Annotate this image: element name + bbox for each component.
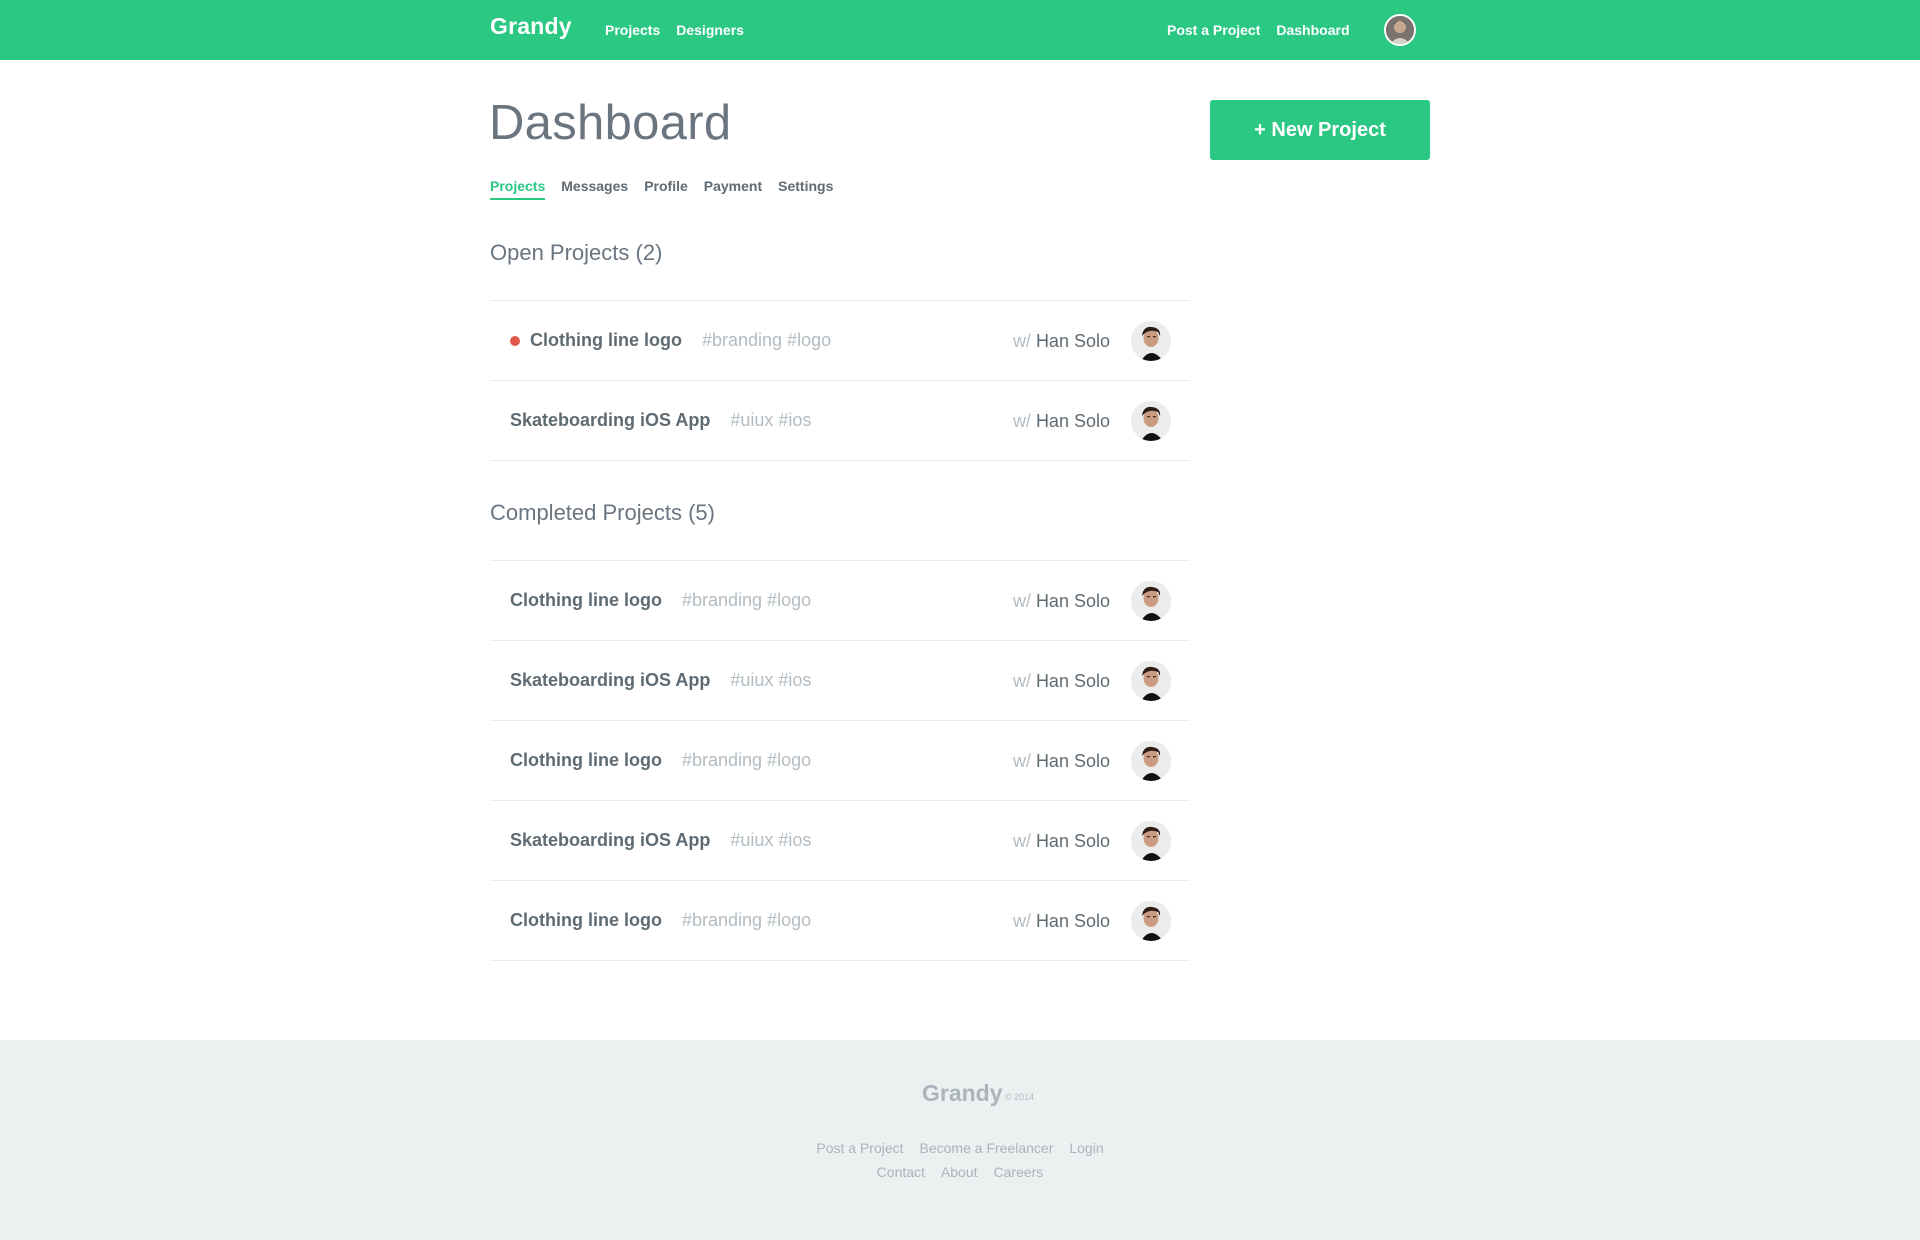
footer-link-about[interactable]: About: [941, 1164, 978, 1180]
footer: Grandy © 2014 Post a Project Become a Fr…: [0, 1040, 1920, 1240]
collaborator-name: Han Solo: [1035, 910, 1110, 931]
dashboard-tabs: Projects Messages Profile Payment Settin…: [490, 178, 833, 200]
project-row[interactable]: Clothing line logo #branding #logo w/Han S…: [490, 881, 1190, 961]
nav-link-dashboard[interactable]: Dashboard: [1276, 22, 1349, 38]
project-row[interactable]: Clothing line logo #branding #logo w/Han S…: [490, 301, 1190, 381]
primary-nav: Projects Designers: [605, 22, 744, 38]
footer-links-row-1: Post a Project Become a Freelancer Login: [0, 1140, 1920, 1156]
footer-link-post-project[interactable]: Post a Project: [816, 1140, 903, 1156]
user-avatar-icon[interactable]: [1384, 14, 1416, 46]
collaborator-prefix: w/: [1012, 590, 1031, 611]
footer-link-become-freelancer[interactable]: Become a Freelancer: [920, 1140, 1054, 1156]
collaborator-photo: [1131, 401, 1171, 441]
project-name[interactable]: Clothing line logo: [510, 910, 662, 931]
nav-link-post-project[interactable]: Post a Project: [1167, 22, 1260, 38]
collaborator-prefix: w/: [1012, 670, 1031, 691]
collaborator-avatar-icon[interactable]: [1131, 581, 1171, 621]
collaborator-avatar-icon[interactable]: [1131, 741, 1171, 781]
project-tags: #uiux #ios: [730, 830, 812, 850]
collaborator-photo: [1131, 741, 1171, 781]
collaborator: w/Han Solo: [1013, 721, 1110, 801]
project-tags: #branding #logo: [681, 910, 812, 930]
project-row[interactable]: Skateboarding iOS App #uiux #ios w/Han Sol…: [490, 381, 1190, 461]
footer-link-careers[interactable]: Careers: [994, 1164, 1044, 1180]
project-tags: #branding #logo: [681, 590, 812, 610]
collaborator-photo: [1131, 321, 1171, 361]
secondary-nav: Post a Project Dashboard: [1167, 22, 1350, 38]
collaborator-avatar-icon[interactable]: [1131, 901, 1171, 941]
footer-link-contact[interactable]: Contact: [877, 1164, 925, 1180]
user-photo: [1386, 16, 1414, 44]
collaborator-name: Han Solo: [1035, 590, 1110, 611]
completed-projects-heading: Completed Projects (5): [490, 500, 715, 525]
footer-links-row-2: Contact About Careers: [0, 1164, 1920, 1180]
collaborator-photo: [1131, 661, 1171, 701]
project-name[interactable]: Clothing line logo: [510, 750, 662, 771]
collaborator-avatar-icon[interactable]: [1131, 401, 1171, 441]
collaborator-photo: [1131, 901, 1171, 941]
project-tags: #uiux #ios: [730, 410, 812, 430]
project-row[interactable]: Skateboarding iOS App #uiux #ios w/Han Sol…: [490, 801, 1190, 881]
open-projects-heading: Open Projects (2): [490, 240, 663, 265]
project-name[interactable]: Skateboarding iOS App: [510, 410, 710, 431]
tab-profile[interactable]: Profile: [644, 178, 688, 200]
collaborator-name: Han Solo: [1035, 750, 1110, 771]
top-navbar: Grandy Projects Designers Post a Project…: [0, 0, 1920, 60]
tab-payment[interactable]: Payment: [704, 178, 762, 200]
collaborator-prefix: w/: [1012, 910, 1031, 931]
project-name[interactable]: Skateboarding iOS App: [510, 830, 710, 851]
tab-projects[interactable]: Projects: [490, 178, 546, 200]
collaborator: w/Han Solo: [1013, 561, 1110, 641]
collaborator-photo: [1131, 821, 1171, 861]
collaborator-photo: [1131, 581, 1171, 621]
new-project-button[interactable]: + New Project: [1210, 100, 1430, 160]
project-name[interactable]: Clothing line logo: [530, 330, 682, 351]
nav-link-projects[interactable]: Projects: [605, 22, 660, 38]
page-title: Dashboard: [489, 96, 732, 150]
project-row[interactable]: Clothing line logo #branding #logo w/Han S…: [490, 721, 1190, 801]
collaborator: w/Han Solo: [1013, 381, 1110, 461]
collaborator-name: Han Solo: [1035, 830, 1110, 851]
project-row[interactable]: Skateboarding iOS App #uiux #ios w/Han Sol…: [490, 641, 1190, 721]
collaborator-name: Han Solo: [1035, 670, 1110, 691]
collaborator-prefix: w/: [1012, 330, 1031, 351]
collaborator: w/Han Solo: [1013, 641, 1110, 721]
collaborator-name: Han Solo: [1035, 410, 1110, 431]
project-name[interactable]: Skateboarding iOS App: [510, 670, 710, 691]
collaborator-prefix: w/: [1012, 830, 1031, 851]
collaborator-prefix: w/: [1012, 750, 1031, 771]
collaborator-avatar-icon[interactable]: [1131, 661, 1171, 701]
collaborator: w/Han Solo: [1013, 881, 1110, 961]
footer-brand-logo[interactable]: Grandy: [922, 1080, 1003, 1107]
unread-dot-icon: [510, 335, 520, 346]
project-tags: #branding #logo: [681, 750, 812, 770]
collaborator-prefix: w/: [1012, 410, 1031, 431]
footer-link-login[interactable]: Login: [1069, 1140, 1103, 1156]
project-tags: #uiux #ios: [730, 670, 812, 690]
completed-projects-list: Clothing line logo #branding #logo w/Han S…: [490, 560, 1190, 961]
project-tags: #branding #logo: [701, 330, 832, 350]
collaborator-name: Han Solo: [1035, 330, 1110, 351]
project-row[interactable]: Clothing line logo #branding #logo w/Han S…: [490, 561, 1190, 641]
nav-link-designers[interactable]: Designers: [676, 22, 744, 38]
collaborator: w/Han Solo: [1013, 801, 1110, 881]
open-projects-list: Clothing line logo #branding #logo w/Han S…: [490, 300, 1190, 461]
tab-settings[interactable]: Settings: [778, 178, 833, 200]
collaborator: w/Han Solo: [1013, 301, 1110, 381]
project-name[interactable]: Clothing line logo: [510, 590, 662, 611]
footer-copyright: © 2014: [1005, 1092, 1035, 1102]
collaborator-avatar-icon[interactable]: [1131, 821, 1171, 861]
collaborator-avatar-icon[interactable]: [1131, 321, 1171, 361]
tab-messages[interactable]: Messages: [561, 178, 628, 200]
brand-logo[interactable]: Grandy: [490, 13, 572, 40]
